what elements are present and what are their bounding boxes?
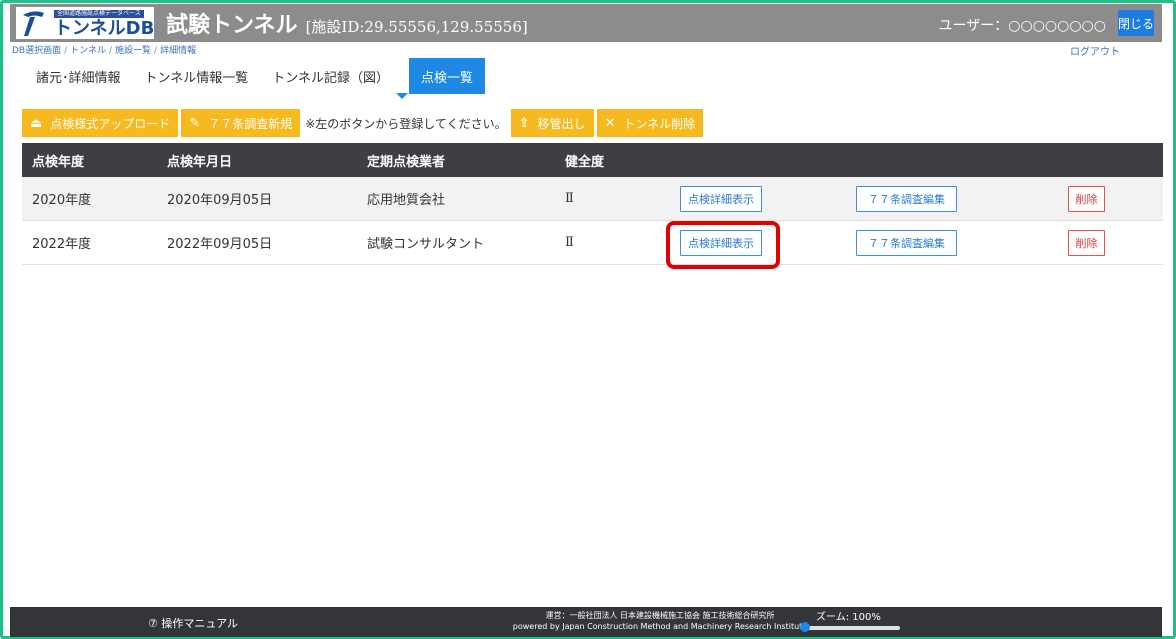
logo-icon — [23, 11, 44, 36]
transfer-icon: ⇪ — [518, 115, 530, 131]
logo-text: トンネルDB — [54, 18, 155, 39]
breadcrumb-separator: / — [64, 46, 68, 56]
transfer-out-button[interactable]: ⇪ 移管出し — [510, 109, 594, 137]
delete-tunnel-button[interactable]: ✕ トンネル削除 — [596, 109, 704, 137]
upload-form-label: 点検様式アップロード — [50, 116, 171, 131]
column-header-date: 点検年月日 — [167, 154, 233, 170]
tab-bar: 諸元･詳細情報 トンネル情報一覧 トンネル記録（図） 点検一覧 — [24, 58, 486, 94]
column-header-grade: 健全度 — [565, 154, 605, 170]
upload-form-button[interactable]: ⏏ 点検様式アップロード — [22, 109, 179, 137]
x-icon: ✕ — [604, 115, 616, 131]
tab-specs-detail[interactable]: 諸元･詳細情報 — [24, 58, 133, 94]
upload-icon: ⏏ — [30, 115, 43, 131]
cell-grade: Ⅱ — [565, 191, 574, 206]
logout-link[interactable]: ログアウト — [1070, 43, 1120, 58]
zoom-label: ズーム: 100% — [816, 612, 881, 623]
page-title: 試験トンネル — [166, 13, 298, 38]
inspection-table: 点検年度 点検年月日 定期点検業者 健全度 2020年度 2020年09月05日… — [22, 143, 1163, 265]
breadcrumb-separator: / — [154, 46, 158, 56]
user-label: ユーザー：○○○○○○○○ — [938, 18, 1106, 34]
facility-id: [施設ID:29.55556,129.55556] — [305, 17, 528, 36]
tab-tunnel-records[interactable]: トンネル記録（図） — [260, 58, 401, 94]
article77-edit-button[interactable]: ７７条調査編集 — [856, 229, 957, 256]
cell-grade: Ⅱ — [565, 235, 574, 250]
column-header-year: 点検年度 — [32, 154, 85, 170]
article77-edit-button[interactable]: ７７条調査編集 — [856, 185, 957, 212]
breadcrumb-detail: 詳細情報 — [160, 46, 197, 56]
manual-link[interactable]: ⑦ 操作マニュアル — [148, 615, 238, 631]
breadcrumb-separator: / — [108, 46, 113, 56]
cell-company: 応用地質会社 — [367, 193, 446, 208]
footer: ⑦ 操作マニュアル 運営：一般社団法人 日本建設機械施工協会 施工技術総合研究所… — [10, 607, 1162, 637]
new-article77-button[interactable]: ✎ ７７条調査新規 — [181, 109, 301, 137]
delete-row-button[interactable]: 削除 — [1068, 185, 1105, 212]
zoom-slider-track[interactable] — [805, 626, 900, 630]
breadcrumb-db-select[interactable]: DB選択画面 — [12, 46, 61, 56]
transfer-out-label: 移管出し — [537, 116, 586, 131]
close-button[interactable]: 閉じる — [1118, 10, 1154, 36]
table-row: 2022年度 2022年09月05日 試験コンサルタント Ⅱ 点検詳細表示 ７７… — [22, 221, 1163, 265]
breadcrumb-facility-list[interactable]: 施設一覧 — [115, 46, 151, 56]
delete-row-button[interactable]: 削除 — [1068, 229, 1105, 256]
column-header-company: 定期点検業者 — [367, 154, 446, 170]
app-header: 全国道路施設点検データベース トンネルDB 試験トンネル [施設ID:29.55… — [10, 4, 1162, 42]
delete-tunnel-label: トンネル削除 — [623, 116, 696, 131]
active-tab-caret — [396, 93, 408, 99]
window-frame — [0, 0, 1176, 639]
breadcrumb: DB選択画面 / トンネル / 施設一覧 / 詳細情報 — [12, 43, 196, 56]
table-header: 点検年度 点検年月日 定期点検業者 健全度 — [22, 143, 1163, 177]
cell-year: 2020年度 — [32, 193, 92, 208]
zoom-slider-thumb[interactable] — [800, 622, 810, 632]
app-logo[interactable]: 全国道路施設点検データベース トンネルDB — [16, 7, 154, 39]
inspection-detail-button[interactable]: 点検詳細表示 — [680, 185, 762, 212]
cell-date: 2022年09月05日 — [167, 237, 273, 252]
highlight-annotation — [666, 221, 780, 269]
toolbar-note: ※左のボタンから登録してください。 — [305, 116, 507, 131]
new-article77-label: ７７条調査新規 — [208, 116, 293, 131]
cell-date: 2020年09月05日 — [167, 193, 273, 208]
pencil-icon: ✎ — [189, 115, 201, 131]
logo-subtitle: 全国道路施設点検データベース — [54, 10, 144, 18]
tab-tunnel-info-list[interactable]: トンネル情報一覧 — [133, 58, 261, 94]
toolbar: ⏏ 点検様式アップロード ✎ ７７条調査新規 ※左のボタンから登録してください。… — [22, 109, 706, 137]
table-row: 2020年度 2020年09月05日 応用地質会社 Ⅱ 点検詳細表示 ７７条調査… — [22, 177, 1163, 221]
tab-inspection-list[interactable]: 点検一覧 — [409, 58, 486, 94]
cell-company: 試験コンサルタント — [367, 237, 485, 252]
breadcrumb-tunnel[interactable]: トンネル — [70, 46, 106, 56]
cell-year: 2022年度 — [32, 237, 92, 252]
credit-line-1: 運営：一般社団法人 日本建設機械施工協会 施工技術総合研究所 — [545, 611, 775, 620]
